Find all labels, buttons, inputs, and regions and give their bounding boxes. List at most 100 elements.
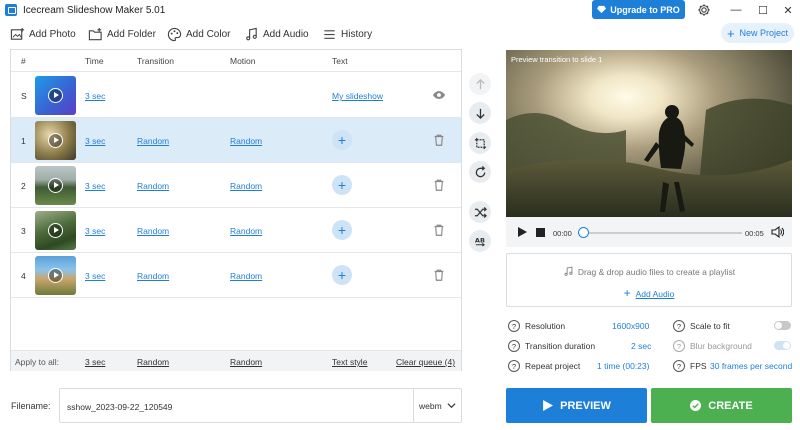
row-num: 4 [21, 271, 26, 281]
add-color-label: Add Color [186, 28, 231, 40]
motion-link[interactable]: Random [230, 181, 262, 191]
filename-field[interactable]: sshow_2023-09-22_120549 webm [59, 388, 462, 423]
add-text-button[interactable]: + [332, 175, 352, 195]
row-num: 3 [21, 226, 26, 236]
time-link[interactable]: 3 sec [85, 91, 105, 101]
transition-link[interactable]: Random [137, 226, 169, 236]
eye-icon[interactable] [432, 88, 446, 102]
new-project-button[interactable]: + New Project [721, 23, 794, 43]
repeat-value[interactable]: 1 time (00:23) [597, 361, 649, 371]
apply-transition-link[interactable]: Random [137, 357, 169, 367]
transition-link[interactable]: Random [137, 136, 169, 146]
seek-handle[interactable] [578, 227, 589, 238]
filename-input[interactable]: sshow_2023-09-22_120549 [67, 402, 172, 412]
rotate-button[interactable] [469, 161, 491, 183]
slide-row-3[interactable]: 3 3 sec Random Random + [11, 208, 461, 253]
transition-duration-label: Transition duration [525, 341, 596, 351]
photo-thumbnail[interactable] [35, 211, 76, 250]
audio-hint-text: Drag & drop audio files to create a play… [577, 267, 736, 277]
add-text-button[interactable]: + [332, 220, 352, 240]
resolution-setting: ? Resolution [508, 320, 565, 332]
transition-link[interactable]: Random [137, 271, 169, 281]
volume-icon[interactable] [771, 226, 784, 238]
add-folder-button[interactable]: Add Folder [88, 23, 156, 45]
play-icon[interactable] [517, 227, 527, 237]
add-audio-button[interactable]: Add Audio [244, 23, 309, 45]
add-audio-link[interactable]: + Add Audio [507, 286, 791, 300]
photo-thumbnail[interactable] [35, 166, 76, 205]
clear-queue-link[interactable]: Clear queue (4) [396, 357, 455, 367]
apply-motion-link[interactable]: Random [230, 357, 262, 367]
scale-to-fit-toggle[interactable] [774, 321, 791, 330]
shuffle-button[interactable] [469, 201, 491, 223]
fps-setting: ? FPS [673, 360, 707, 372]
history-icon [324, 29, 335, 39]
help-icon[interactable]: ? [508, 360, 520, 372]
slide-row-1[interactable]: 1 3 sec Random Random + [11, 118, 461, 163]
repeat-setting: ? Repeat project [508, 360, 580, 372]
history-button[interactable]: History [322, 23, 372, 45]
minimize-button[interactable]: — [723, 0, 749, 20]
time-link[interactable]: 3 sec [85, 136, 105, 146]
help-icon[interactable]: ? [508, 340, 520, 352]
motion-link[interactable]: Random [230, 136, 262, 146]
trash-icon[interactable] [432, 178, 446, 192]
photo-thumbnail[interactable] [35, 121, 76, 160]
add-text-button[interactable]: + [332, 265, 352, 285]
total-time: 00:05 [745, 229, 764, 238]
add-text-button[interactable]: + [332, 130, 352, 150]
motion-link[interactable]: Random [230, 226, 262, 236]
slide-row-2[interactable]: 2 3 sec Random Random + [11, 163, 461, 208]
audio-drop-zone[interactable]: Drag & drop audio files to create a play… [506, 253, 792, 307]
title-slide-thumbnail[interactable] [35, 76, 76, 115]
trash-icon[interactable] [432, 223, 446, 237]
transition-duration-value[interactable]: 2 sec [631, 341, 651, 351]
sort-ab-button[interactable]: AB [469, 230, 491, 252]
text-style-link[interactable]: Text style [332, 357, 367, 367]
stop-icon[interactable] [536, 228, 545, 237]
apply-time-link[interactable]: 3 sec [85, 357, 105, 367]
header-transition: Transition [137, 56, 175, 66]
filename-label: Filename: [11, 401, 51, 411]
gear-icon[interactable] [697, 3, 711, 17]
time-link[interactable]: 3 sec [85, 271, 105, 281]
help-icon[interactable]: ? [508, 320, 520, 332]
move-down-button[interactable] [469, 102, 491, 124]
blur-background-setting: ? Blur background [673, 340, 752, 352]
create-button[interactable]: CREATE [651, 388, 792, 423]
crop-button[interactable] [469, 132, 491, 154]
motion-link[interactable]: Random [230, 271, 262, 281]
header-motion: Motion [230, 56, 256, 66]
help-icon[interactable]: ? [673, 320, 685, 332]
time-link[interactable]: 3 sec [85, 226, 105, 236]
trash-icon[interactable] [432, 268, 446, 282]
seek-bar[interactable] [579, 232, 742, 234]
play-icon [543, 400, 554, 411]
close-button[interactable]: ✕ [775, 0, 800, 20]
start-slide-row[interactable]: S 3 sec My slideshow [11, 73, 461, 118]
plus-icon: + [623, 286, 631, 300]
add-photo-button[interactable]: Add Photo [10, 23, 76, 45]
new-project-label: New Project [739, 28, 789, 38]
blur-background-toggle[interactable] [774, 341, 791, 350]
transition-link[interactable]: Random [137, 181, 169, 191]
trash-icon[interactable] [432, 133, 446, 147]
photo-thumbnail[interactable] [35, 256, 76, 295]
preview-button[interactable]: PREVIEW [506, 388, 647, 423]
add-color-button[interactable]: Add Color [167, 23, 230, 45]
chevron-down-icon[interactable] [447, 401, 456, 410]
slide-row-4[interactable]: 4 3 sec Random Random + [11, 253, 461, 298]
upgrade-button[interactable]: Upgrade to PRO [592, 0, 685, 19]
move-up-button[interactable] [469, 73, 491, 95]
resolution-value[interactable]: 1600x900 [612, 321, 649, 331]
fps-value[interactable]: 30 frames per second [710, 361, 792, 371]
preview-image [506, 50, 792, 217]
help-icon[interactable]: ? [673, 340, 685, 352]
help-icon[interactable]: ? [673, 360, 685, 372]
preview-area[interactable]: Preview transition to slide 1 [506, 50, 792, 217]
time-link[interactable]: 3 sec [85, 181, 105, 191]
header-num: # [21, 56, 26, 66]
maximize-button[interactable]: ☐ [750, 0, 776, 20]
format-select[interactable]: webm [419, 401, 442, 411]
text-link[interactable]: My slideshow [332, 91, 383, 101]
